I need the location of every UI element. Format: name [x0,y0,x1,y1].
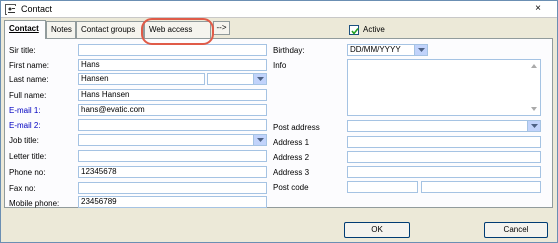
post-address-combo[interactable] [347,120,541,132]
post-city-field[interactable] [421,181,541,193]
email2-field[interactable] [78,119,267,131]
contact-dialog: Contact × Contact Notes Contact groups W… [0,0,558,243]
address3-field[interactable] [347,166,541,178]
job-title-label: Job title: [9,136,39,145]
cancel-button[interactable]: Cancel [484,222,548,238]
birthday-label: Birthday: [273,46,305,55]
chevron-down-icon[interactable] [253,74,266,84]
active-checkbox[interactable] [349,25,359,35]
sir-title-field[interactable] [78,44,267,56]
tab-contact[interactable]: Contact [4,20,46,39]
first-name-field[interactable]: Hans [78,59,267,71]
tab-contact-groups[interactable]: Contact groups [76,21,144,38]
tab-web-access[interactable]: Web access [144,21,211,38]
address1-label: Address 1 [273,138,310,147]
fax-label: Fax no: [9,184,36,193]
post-code-field[interactable] [347,181,418,193]
name-suffix-combo[interactable] [207,73,267,85]
letter-title-field[interactable] [78,150,267,162]
birthday-picker[interactable]: DD/MM/YYYY [347,44,428,56]
ok-button-label: OK [371,225,383,234]
chevron-down-icon[interactable] [414,45,427,55]
mobile-label: Mobile phone: [9,199,60,208]
chevron-down-icon[interactable] [527,121,540,131]
email1-field[interactable]: hans@evatic.com [78,104,267,116]
first-name-label: First name: [9,61,50,70]
tab-scroll-arrow[interactable]: --> [213,21,230,35]
title-bar: Contact × [1,1,557,18]
info-textarea[interactable] [347,59,541,116]
letter-title-label: Letter title: [9,152,47,161]
mobile-field[interactable]: 23456789 [78,196,267,208]
last-name-label: Last name: [9,75,49,84]
active-label: Active [363,25,385,34]
contact-card-icon [5,4,16,15]
last-name-field[interactable]: Hansen [78,73,205,85]
full-name-label: Full name: [9,91,47,100]
email2-label[interactable]: E-mail 2: [9,121,41,130]
address3-label: Address 3 [273,168,310,177]
close-icon[interactable]: × [531,3,545,15]
phone-label: Phone no: [9,168,46,177]
cancel-button-label: Cancel [503,225,529,234]
contact-tab-panel: Sir title: First name: Hans Last name: H… [4,38,553,208]
ok-button[interactable]: OK [344,222,410,238]
tab-notes[interactable]: Notes [46,21,76,38]
phone-field[interactable]: 12345678 [78,166,267,178]
address2-field[interactable] [347,151,541,163]
address2-label: Address 2 [273,153,310,162]
job-title-combo[interactable] [78,134,267,146]
chevron-down-icon[interactable] [253,135,266,145]
post-code-label: Post code [273,183,309,192]
full-name-field[interactable]: Hans Hansen [78,89,267,101]
window-title: Contact [21,4,53,14]
scroll-up-icon[interactable] [529,61,539,71]
scroll-down-icon[interactable] [529,104,539,114]
fax-field[interactable] [78,182,267,194]
post-address-label: Post address [273,123,320,132]
sir-title-label: Sir title: [9,46,36,55]
email1-label[interactable]: E-mail 1: [9,106,41,115]
birthday-value: DD/MM/YYYY [350,45,401,54]
address1-field[interactable] [347,136,541,148]
info-label: Info [273,61,287,70]
